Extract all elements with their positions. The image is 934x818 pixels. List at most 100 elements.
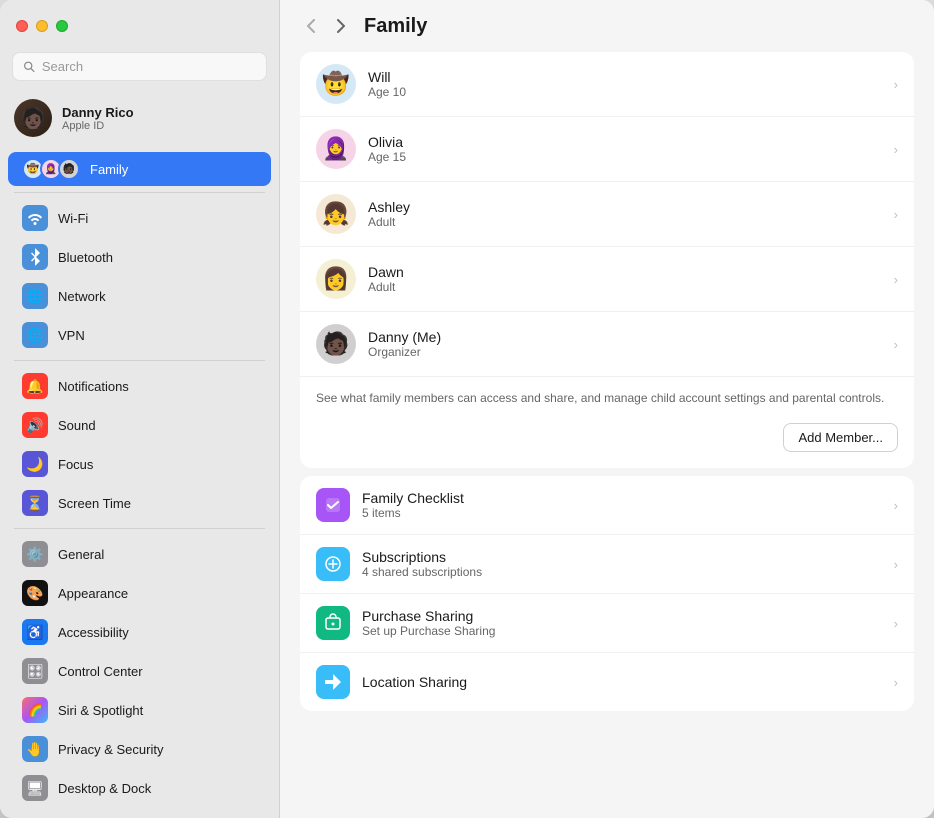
sidebar-item-appearance[interactable]: 🎨 Appearance: [8, 574, 271, 612]
back-button[interactable]: [300, 15, 322, 37]
member-info: Will Age 10: [368, 69, 882, 99]
member-avatar: 🧕: [316, 129, 356, 169]
general-icon: ⚙️: [22, 541, 48, 567]
member-name: Danny (Me): [368, 329, 882, 345]
chevron-right-icon: ›: [894, 142, 898, 157]
member-sub: Age 10: [368, 85, 882, 99]
wifi-icon: [22, 205, 48, 231]
apple-id-text: Danny Rico Apple ID: [62, 105, 134, 132]
member-avatar: 👧: [316, 194, 356, 234]
feature-sub: Set up Purchase Sharing: [362, 624, 882, 638]
desktop-dock-icon: 🖥: [22, 775, 48, 801]
sidebar-item-siri-spotlight[interactable]: 🌈 Siri & Spotlight: [8, 691, 271, 729]
location-sharing-icon: [316, 665, 350, 699]
sidebar-item-label: Siri & Spotlight: [58, 703, 143, 718]
feature-sub: 5 items: [362, 506, 882, 520]
network-icon: 🌐: [22, 283, 48, 309]
chevron-right-icon: ›: [894, 498, 898, 513]
chevron-right-icon: ›: [894, 207, 898, 222]
avatar: 🧑🏿: [14, 99, 52, 137]
sidebar-item-screen-time[interactable]: ⏳ Screen Time: [8, 484, 271, 522]
family-checklist-icon: [316, 488, 350, 522]
member-sub: Age 15: [368, 150, 882, 164]
family-avatars-icon: 🤠 🧕 🧑🏿: [22, 158, 80, 180]
feature-row-location-sharing[interactable]: Location Sharing ›: [300, 653, 914, 711]
sidebar-item-privacy-security[interactable]: 🤚 Privacy & Security: [8, 730, 271, 768]
sidebar-item-wifi[interactable]: Wi-Fi: [8, 199, 271, 237]
sidebar-item-label: Control Center: [58, 664, 143, 679]
sidebar-item-label: Desktop & Dock: [58, 781, 151, 796]
sound-icon: 🔊: [22, 412, 48, 438]
search-icon: [23, 60, 36, 74]
feature-row-purchase-sharing[interactable]: Purchase Sharing Set up Purchase Sharing…: [300, 594, 914, 653]
feature-name: Purchase Sharing: [362, 608, 882, 624]
notifications-icon: 🔔: [22, 373, 48, 399]
chevron-right-icon: ›: [894, 272, 898, 287]
member-info: Olivia Age 15: [368, 134, 882, 164]
chevron-right-icon: ›: [894, 616, 898, 631]
subscriptions-icon: [316, 547, 350, 581]
close-button[interactable]: [16, 20, 28, 32]
content-header: Family: [280, 0, 934, 52]
member-row-ashley[interactable]: 👧 Ashley Adult ›: [300, 182, 914, 247]
sidebar-item-vpn[interactable]: 🌐 VPN: [8, 316, 271, 354]
screen-time-icon: ⏳: [22, 490, 48, 516]
member-row-danny[interactable]: 🧑🏿 Danny (Me) Organizer ›: [300, 312, 914, 377]
divider: [14, 528, 265, 529]
member-row-will[interactable]: 🤠 Will Age 10 ›: [300, 52, 914, 117]
accessibility-icon: ♿: [22, 619, 48, 645]
member-row-olivia[interactable]: 🧕 Olivia Age 15 ›: [300, 117, 914, 182]
sidebar-item-accessibility[interactable]: ♿ Accessibility: [8, 613, 271, 651]
sidebar-item-label: Sound: [58, 418, 96, 433]
sidebar-item-control-center[interactable]: 🎛 Control Center: [8, 652, 271, 690]
sidebar-item-family[interactable]: 🤠 🧕 🧑🏿 Family: [8, 152, 271, 186]
purchase-sharing-icon: [316, 606, 350, 640]
sidebar-item-label: VPN: [58, 328, 85, 343]
divider: [14, 192, 265, 193]
sidebar-item-desktop-dock[interactable]: 🖥 Desktop & Dock: [8, 769, 271, 807]
sidebar-item-label: Focus: [58, 457, 93, 472]
system-settings-window: 🧑🏿 Danny Rico Apple ID 🤠 🧕 🧑🏿 Family: [0, 0, 934, 818]
minimize-button[interactable]: [36, 20, 48, 32]
search-bar[interactable]: [12, 52, 267, 81]
chevron-right-icon: ›: [894, 337, 898, 352]
chevron-right-icon: ›: [894, 675, 898, 690]
sidebar-item-label: Bluetooth: [58, 250, 113, 265]
feature-sub: 4 shared subscriptions: [362, 565, 882, 579]
sidebar-item-general[interactable]: ⚙️ General: [8, 535, 271, 573]
member-name: Ashley: [368, 199, 882, 215]
forward-button[interactable]: [330, 15, 352, 37]
member-name: Will: [368, 69, 882, 85]
sidebar-item-sound[interactable]: 🔊 Sound: [8, 406, 271, 444]
titlebar: [0, 0, 279, 52]
sidebar-item-bluetooth[interactable]: Bluetooth: [8, 238, 271, 276]
apple-id-section[interactable]: 🧑🏿 Danny Rico Apple ID: [0, 89, 279, 147]
apple-id-subtitle: Apple ID: [62, 120, 134, 132]
sidebar-item-notifications[interactable]: 🔔 Notifications: [8, 367, 271, 405]
maximize-button[interactable]: [56, 20, 68, 32]
chevron-right-icon: ›: [894, 557, 898, 572]
sidebar-item-label: Screen Time: [58, 496, 131, 511]
member-name: Olivia: [368, 134, 882, 150]
member-row-dawn[interactable]: 👩 Dawn Adult ›: [300, 247, 914, 312]
sidebar-item-focus[interactable]: 🌙 Focus: [8, 445, 271, 483]
member-name: Dawn: [368, 264, 882, 280]
chevron-right-icon: ›: [894, 77, 898, 92]
sidebar-item-label: Network: [58, 289, 106, 304]
sidebar-item-network[interactable]: 🌐 Network: [8, 277, 271, 315]
add-member-button[interactable]: Add Member...: [783, 423, 898, 452]
member-sub: Organizer: [368, 345, 882, 359]
sidebar-item-label: Accessibility: [58, 625, 129, 640]
feature-name: Location Sharing: [362, 674, 882, 690]
member-avatar: 🧑🏿: [316, 324, 356, 364]
search-input[interactable]: [42, 59, 256, 74]
feature-row-subscriptions[interactable]: Subscriptions 4 shared subscriptions ›: [300, 535, 914, 594]
focus-icon: 🌙: [22, 451, 48, 477]
member-sub: Adult: [368, 215, 882, 229]
sidebar-item-label: Privacy & Security: [58, 742, 163, 757]
feature-row-family-checklist[interactable]: Family Checklist 5 items ›: [300, 476, 914, 535]
page-title: Family: [364, 15, 427, 38]
feature-name: Family Checklist: [362, 490, 882, 506]
sidebar-nav: 🤠 🧕 🧑🏿 Family Wi-Fi: [0, 147, 279, 818]
member-info: Ashley Adult: [368, 199, 882, 229]
